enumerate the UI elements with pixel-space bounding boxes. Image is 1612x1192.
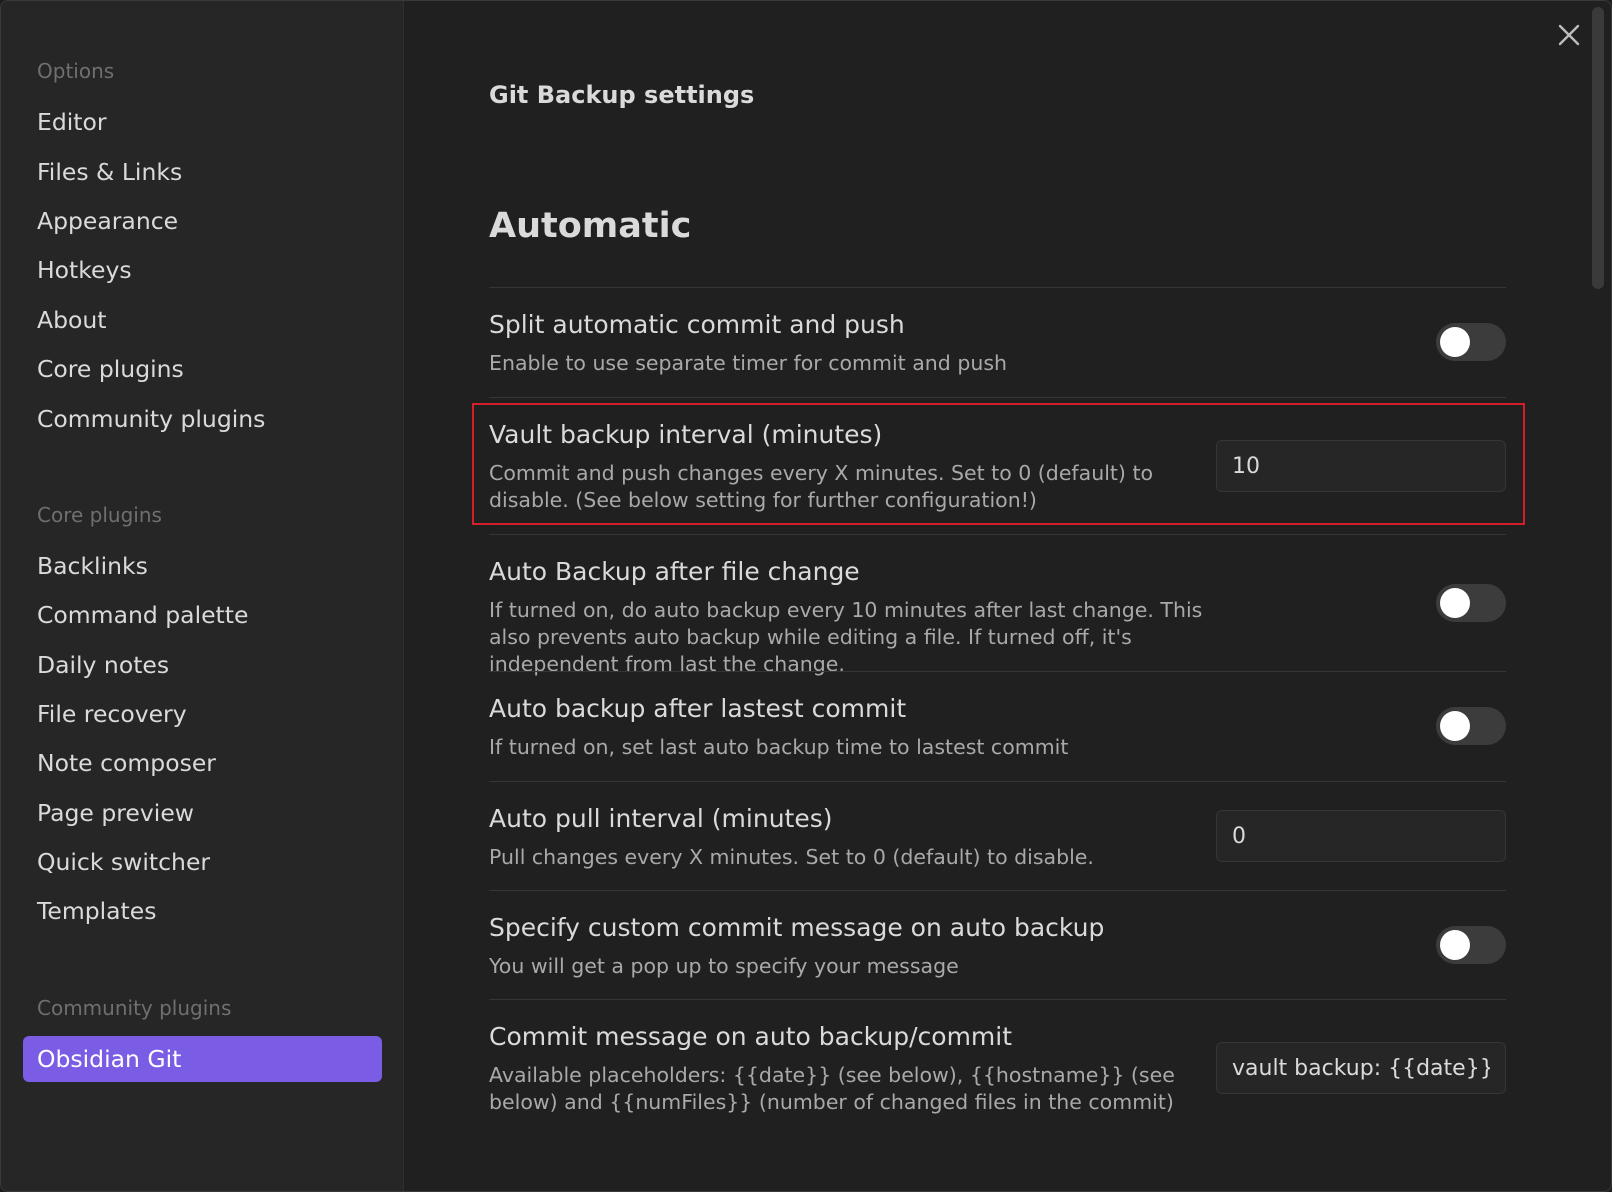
sidebar-item-obsidian-git[interactable]: Obsidian Git [23,1036,382,1082]
divider [489,671,1506,672]
divider [489,890,1506,891]
auto-backup-file-change-toggle[interactable] [1436,584,1506,622]
divider [489,781,1506,782]
settings-modal: Options Editor Files & Links Appearance … [0,0,1612,1192]
commit-message-input[interactable] [1216,1042,1506,1094]
sidebar-item-core-plugins[interactable]: Core plugins [23,346,382,392]
toggle-knob [1440,588,1470,618]
divider [489,287,1506,288]
toggle-knob [1440,327,1470,357]
sidebar-item-daily-notes[interactable]: Daily notes [23,642,382,688]
auto-pull-interval-input[interactable] [1216,810,1506,862]
auto-backup-latest-commit-toggle[interactable] [1436,707,1506,745]
setting-desc: You will get a pop up to specify your me… [489,954,959,978]
sidebar-item-files-links[interactable]: Files & Links [23,149,382,195]
sidebar-item-community-plugins[interactable]: Community plugins [23,396,382,442]
sidebar-item-backlinks[interactable]: Backlinks [23,543,382,589]
sidebar-item-about[interactable]: About [23,297,382,343]
setting-desc: If turned on, set last auto backup time … [489,735,1069,759]
sidebar-item-file-recovery[interactable]: File recovery [23,691,382,737]
setting-desc: Available placeholders: {{date}} (see be… [489,1063,1175,1114]
highlight-box [472,403,1525,525]
sidebar-item-templates[interactable]: Templates [23,888,382,934]
sidebar-item-editor[interactable]: Editor [23,99,382,145]
divider [489,534,1506,535]
toggle-knob [1440,711,1470,741]
page-title: Git Backup settings [489,81,755,109]
setting-name: Auto pull interval (minutes) [489,804,833,833]
divider [489,999,1506,1000]
divider [489,397,1506,398]
sidebar-item-page-preview[interactable]: Page preview [23,790,382,836]
settings-sidebar: Options Editor Files & Links Appearance … [1,1,404,1191]
sidebar-item-note-composer[interactable]: Note composer [23,740,382,786]
split-commit-push-toggle[interactable] [1436,323,1506,361]
setting-name: Auto backup after lastest commit [489,694,907,723]
toggle-knob [1440,930,1470,960]
section-title: Automatic [489,206,692,246]
sidebar-heading-options: Options [37,59,115,83]
setting-name: Commit message on auto backup/commit [489,1022,1013,1051]
sidebar-item-quick-switcher[interactable]: Quick switcher [23,839,382,885]
sidebar-item-command-palette[interactable]: Command palette [23,592,382,638]
setting-name: Split automatic commit and push [489,310,905,339]
setting-desc: Pull changes every X minutes. Set to 0 (… [489,845,1094,869]
setting-name: Auto Backup after file change [489,557,860,586]
sidebar-item-hotkeys[interactable]: Hotkeys [23,247,382,293]
settings-content: Git Backup settings Automatic Split auto… [404,1,1611,1191]
sidebar-heading-community: Community plugins [37,996,232,1020]
setting-desc: Enable to use separate timer for commit … [489,351,1007,375]
custom-commit-message-toggle[interactable] [1436,926,1506,964]
setting-desc: If turned on, do auto backup every 10 mi… [489,598,1203,676]
sidebar-heading-core: Core plugins [37,503,162,527]
setting-name: Specify custom commit message on auto ba… [489,913,1105,942]
sidebar-item-appearance[interactable]: Appearance [23,198,382,244]
